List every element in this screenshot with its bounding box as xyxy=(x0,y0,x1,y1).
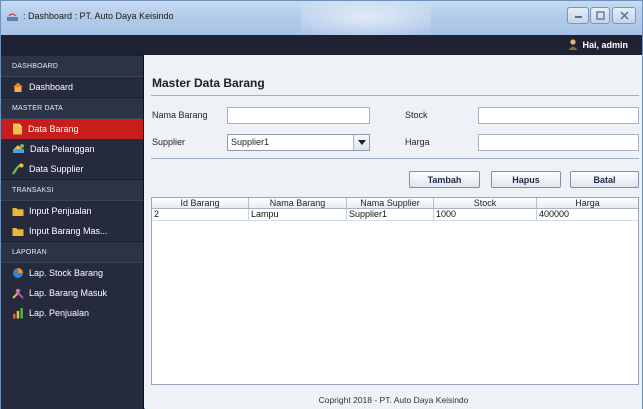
sidebar-item-lap-barang-masuk[interactable]: Lap. Barang Masuk xyxy=(1,283,143,303)
stock-input[interactable] xyxy=(478,107,639,124)
sidebar-item-input-barang-masuk[interactable]: Input Barang Mas... xyxy=(1,221,143,241)
cell-id-barang: 2 xyxy=(152,209,249,220)
folder-icon xyxy=(12,227,24,236)
sidebar-item-label: Lap. Penjualan xyxy=(29,308,90,318)
sidebar-item-lap-stock-barang[interactable]: Lap. Stock Barang xyxy=(1,263,143,283)
cell-harga: 400000 xyxy=(539,209,570,219)
maximize-icon xyxy=(595,11,605,20)
column-header-stock[interactable]: Stock xyxy=(434,198,537,208)
top-bar: Hai, admin xyxy=(1,35,642,55)
column-header-nama-supplier[interactable]: Nama Supplier xyxy=(347,198,434,208)
sidebar-section-master-data: MASTER DATA xyxy=(1,97,143,119)
sidebar-item-label: Data Barang xyxy=(28,124,79,134)
nama-barang-input[interactable] xyxy=(227,107,370,124)
column-header-nama-barang[interactable]: Nama Barang xyxy=(249,198,347,208)
title-glow xyxy=(301,1,431,35)
sidebar-item-lap-penjualan[interactable]: Lap. Penjualan xyxy=(1,303,143,323)
user-greeting[interactable]: Hai, admin xyxy=(568,39,628,50)
stock-label: Stock xyxy=(405,110,428,120)
sidebar-item-data-pelanggan[interactable]: Data Pelanggan xyxy=(1,139,143,159)
supplier-selected-value: Supplier1 xyxy=(231,137,270,147)
app-window: : Dashboard : PT. Auto Daya Keisindo Hai… xyxy=(0,0,643,409)
harga-input[interactable] xyxy=(478,134,639,151)
cell-nama-supplier: Supplier1 xyxy=(347,209,434,220)
sidebar-item-label: Lap. Barang Masuk xyxy=(29,288,108,298)
column-header-harga[interactable]: Harga xyxy=(537,198,638,208)
sidebar-item-data-supplier[interactable]: Data Supplier xyxy=(1,159,143,179)
batal-button[interactable]: Batal xyxy=(570,171,639,188)
copyright-footer: Copright 2018 - PT. Auto Daya Keisindo xyxy=(318,395,469,405)
tambah-button[interactable]: Tambah xyxy=(409,171,480,188)
cell-stock: 1000 xyxy=(434,209,537,220)
java-app-icon xyxy=(7,13,18,21)
sidebar-item-label: Input Penjualan xyxy=(29,206,92,216)
harga-label: Harga xyxy=(405,137,430,147)
nama-barang-label: Nama Barang xyxy=(152,110,208,120)
table-header: Id Barang Nama Barang Nama Supplier Stoc… xyxy=(152,198,638,209)
cell-nama-barang: Lampu xyxy=(249,209,347,220)
barang-table[interactable]: Id Barang Nama Barang Nama Supplier Stoc… xyxy=(151,197,639,385)
main-panel: Master Data Barang Nama Barang Stock Sup… xyxy=(145,55,642,409)
sidebar-item-label: Dashboard xyxy=(29,82,74,92)
form-divider xyxy=(151,158,639,159)
sidebar-section-laporan: LAPORAN xyxy=(1,241,143,263)
title-bar[interactable]: : Dashboard : PT. Auto Daya Keisindo xyxy=(1,1,642,35)
customer-icon xyxy=(13,144,24,153)
tools-icon xyxy=(12,288,24,299)
sidebar: DASHBOARD Dashboard MASTER DATA Data Bar… xyxy=(1,55,144,409)
sidebar-item-label: Data Pelanggan xyxy=(30,144,95,154)
column-header-id-barang[interactable]: Id Barang xyxy=(152,198,249,208)
window-title: : Dashboard : PT. Auto Daya Keisindo xyxy=(23,11,174,21)
sidebar-item-dashboard[interactable]: Dashboard xyxy=(1,77,143,97)
document-icon xyxy=(13,123,22,135)
sidebar-item-input-penjualan[interactable]: Input Penjualan xyxy=(1,201,143,221)
table-row[interactable]: 2 Lampu Supplier1 1000 400000 xyxy=(152,209,638,221)
sidebar-section-transaksi: TRANSAKSI xyxy=(1,179,143,201)
pie-chart-icon xyxy=(13,268,23,278)
maximize-button[interactable] xyxy=(590,7,610,24)
user-icon xyxy=(568,39,578,50)
title-divider xyxy=(151,95,639,96)
supplier-select[interactable]: Supplier1 xyxy=(227,134,370,151)
sidebar-item-label: Input Barang Mas... xyxy=(29,226,108,236)
hapus-button[interactable]: Hapus xyxy=(491,171,561,188)
minimize-button[interactable] xyxy=(567,7,589,24)
supplier-icon xyxy=(12,163,24,175)
folder-icon xyxy=(12,207,24,216)
sidebar-item-data-barang[interactable]: Data Barang xyxy=(1,119,143,139)
sidebar-section-dashboard: DASHBOARD xyxy=(1,55,143,77)
bar-chart-icon xyxy=(13,308,23,319)
chevron-down-icon[interactable] xyxy=(353,135,369,150)
supplier-label: Supplier xyxy=(152,137,186,147)
sidebar-item-label: Lap. Stock Barang xyxy=(29,268,104,278)
close-button[interactable] xyxy=(612,7,636,24)
close-icon xyxy=(619,11,629,20)
home-icon xyxy=(13,82,23,92)
sidebar-item-label: Data Supplier xyxy=(29,164,84,174)
minimize-icon xyxy=(574,16,582,18)
greeting-text: Hai, admin xyxy=(582,39,628,50)
page-title: Master Data Barang xyxy=(152,76,265,90)
